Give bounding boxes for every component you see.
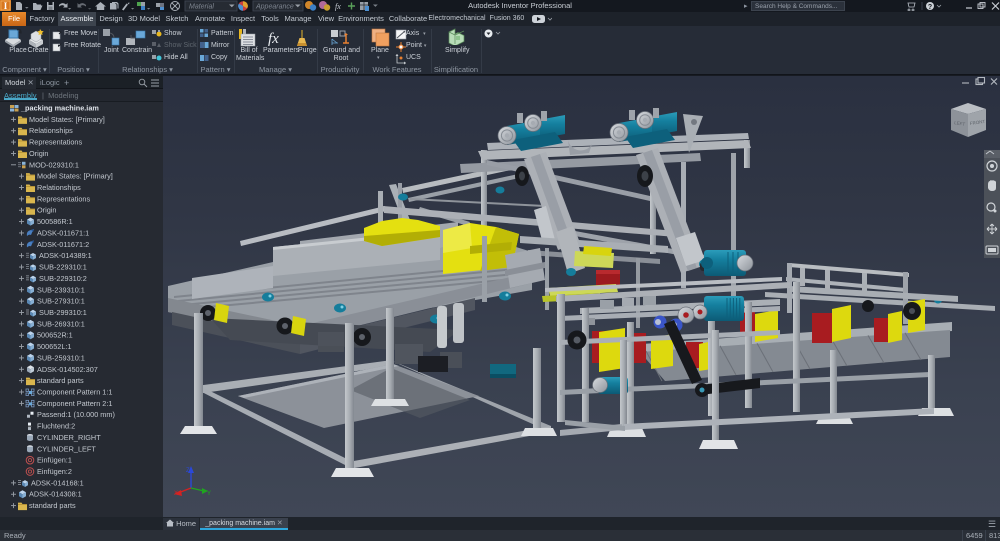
- svg-text:500586R:1: 500586R:1: [37, 217, 73, 226]
- svg-text:Model States: [Primary]: Model States: [Primary]: [37, 172, 113, 181]
- svg-text:fx: fx: [268, 31, 279, 47]
- svg-text:Model States: [Primary]: Model States: [Primary]: [29, 115, 105, 124]
- svg-text:X: X: [174, 491, 178, 497]
- svg-text:Z: Z: [186, 468, 190, 474]
- svg-text:fx: fx: [335, 2, 341, 11]
- svg-text:standard parts: standard parts: [29, 501, 76, 510]
- svg-text:Relationships: Relationships: [29, 126, 73, 135]
- svg-text:ADSK-014502:307: ADSK-014502:307: [37, 365, 98, 374]
- svg-text:SUB-299310:1: SUB-299310:1: [39, 308, 87, 317]
- svg-text:CYLINDER_RIGHT: CYLINDER_RIGHT: [37, 433, 101, 442]
- svg-text:Representations: Representations: [37, 194, 90, 203]
- svg-text:Material: Material: [189, 4, 214, 11]
- svg-text:SUB-229310:1: SUB-229310:1: [39, 263, 87, 272]
- svg-text:?: ?: [928, 4, 932, 11]
- svg-text:Origin: Origin: [37, 206, 56, 215]
- svg-text:ADSK-011671:2: ADSK-011671:2: [37, 240, 89, 249]
- svg-text:Passend:1 (10.000 mm): Passend:1 (10.000 mm): [37, 410, 115, 419]
- svg-text:ADSK-014308:1: ADSK-014308:1: [29, 490, 82, 499]
- svg-text:Relationships: Relationships: [37, 183, 81, 192]
- svg-text:CYLINDER_LEFT: CYLINDER_LEFT: [37, 444, 96, 453]
- svg-text:SUB-279310:1: SUB-279310:1: [37, 297, 85, 306]
- svg-text:ADSK-011671:1: ADSK-011671:1: [37, 228, 89, 237]
- svg-text:ADSK-014168:1: ADSK-014168:1: [31, 478, 84, 487]
- svg-text:SUB-259310:1: SUB-259310:1: [37, 353, 85, 362]
- svg-text:_packing machine.iam: _packing machine.iam: [20, 104, 99, 113]
- svg-text:Appearance: Appearance: [255, 4, 294, 11]
- svg-text:standard parts: standard parts: [37, 376, 84, 385]
- svg-text:Einfügen:1: Einfügen:1: [37, 456, 72, 465]
- svg-text:Fluchtend:2: Fluchtend:2: [37, 422, 75, 431]
- svg-text:500652L:1: 500652L:1: [37, 342, 72, 351]
- svg-text:SUB-229310:2: SUB-229310:2: [39, 274, 87, 283]
- svg-text:SUB-269310:1: SUB-269310:1: [37, 319, 85, 328]
- svg-text:500652R:1: 500652R:1: [37, 331, 73, 340]
- svg-text:ADSK-014389:1: ADSK-014389:1: [39, 251, 92, 260]
- svg-text:MOD-029310:1: MOD-029310:1: [29, 160, 79, 169]
- svg-text:Representations: Representations: [29, 138, 82, 147]
- svg-text:SUB-239310:1: SUB-239310:1: [37, 285, 85, 294]
- svg-text:Component Pattern 2:1: Component Pattern 2:1: [37, 399, 112, 408]
- svg-text:Origin: Origin: [29, 149, 48, 158]
- svg-text:I: I: [4, 1, 8, 11]
- svg-text:Y: Y: [207, 491, 211, 497]
- svg-text:Component Pattern 1:1: Component Pattern 1:1: [37, 388, 112, 397]
- svg-text:Einfügen:2: Einfügen:2: [37, 467, 72, 476]
